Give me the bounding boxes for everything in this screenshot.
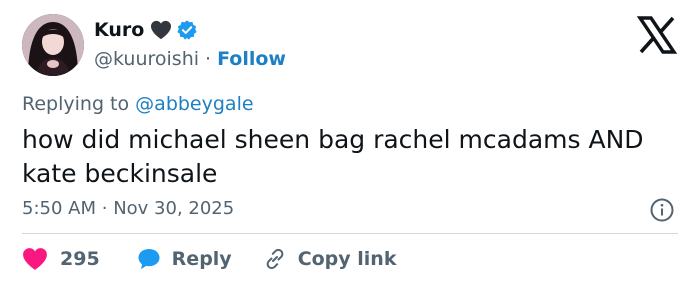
reply-mention-link[interactable]: @abbeygale <box>135 93 253 115</box>
separator-dot: · <box>205 48 212 70</box>
author-name-row[interactable]: Kuro <box>94 18 198 42</box>
follow-button[interactable]: Follow <box>217 47 286 71</box>
author-handle-row: @kuuroishi · Follow <box>94 47 286 71</box>
x-logo-icon[interactable] <box>636 16 678 54</box>
author-name[interactable]: Kuro <box>94 18 144 42</box>
separator-dot: · <box>101 198 108 219</box>
tweet-date: Nov 30, 2025 <box>113 198 235 219</box>
heart-icon <box>22 247 48 271</box>
divider <box>22 233 678 234</box>
tweet-text: how did michael sheen bag rachel mcadams… <box>22 125 644 188</box>
profile-photo <box>22 14 84 76</box>
reply-button[interactable]: Reply <box>136 246 232 272</box>
speech-bubble-icon <box>136 246 162 272</box>
verified-badge-icon <box>176 19 198 41</box>
link-icon <box>262 246 288 272</box>
avatar[interactable] <box>22 14 84 76</box>
tweet-time: 5:50 AM <box>22 198 96 219</box>
like-count: 295 <box>60 248 100 270</box>
reply-context-prefix: Replying to <box>22 93 130 115</box>
black-heart-icon <box>150 20 172 40</box>
author-handle[interactable]: @kuuroishi <box>94 47 199 71</box>
reply-context: Replying to @abbeygale <box>22 91 254 117</box>
info-icon[interactable] <box>649 197 675 223</box>
tweet-timestamp[interactable]: 5:50 AM · Nov 30, 2025 <box>22 197 234 221</box>
copy-link-label: Copy link <box>297 248 397 270</box>
action-bar: 295 Reply Copy link <box>22 246 396 272</box>
like-button[interactable]: 295 <box>22 247 100 271</box>
copy-link-button[interactable]: Copy link <box>262 246 397 272</box>
reply-label: Reply <box>171 248 232 270</box>
